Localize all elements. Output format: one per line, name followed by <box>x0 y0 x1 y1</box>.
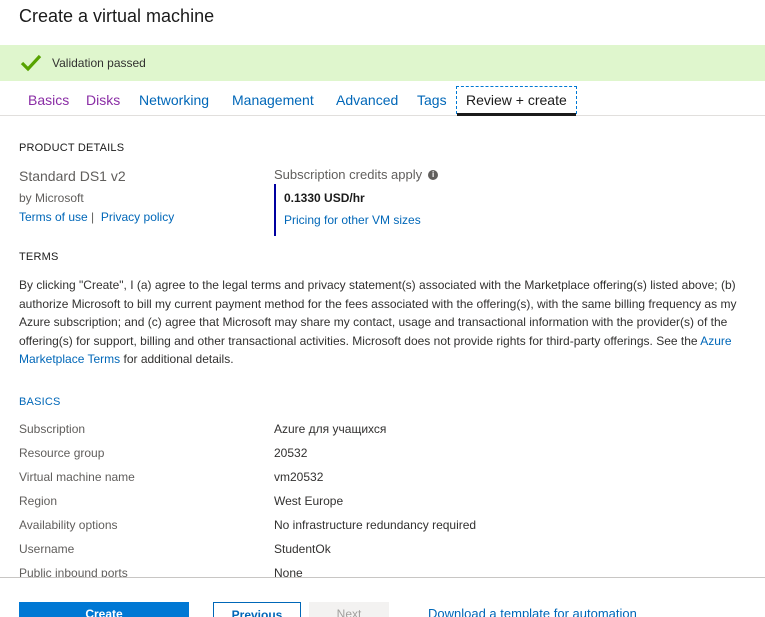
validation-message: Validation passed <box>52 56 146 70</box>
credits-label: Subscription credits apply i <box>274 167 439 182</box>
row-value: No infrastructure redundancy required <box>274 518 477 532</box>
footer-bar: Create Previous Next Download a template… <box>0 577 765 617</box>
previous-button[interactable]: Previous <box>213 602 301 617</box>
tab-review-create[interactable]: Review + create <box>456 86 577 116</box>
basics-heading: BASICS <box>19 396 61 408</box>
row-label: Virtual machine name <box>19 470 135 484</box>
create-button[interactable]: Create <box>19 602 189 617</box>
product-publisher: by Microsoft <box>19 191 84 205</box>
terms-suffix: for additional details. <box>120 352 234 366</box>
terms-body: By clicking "Create", I (a) agree to the… <box>19 278 737 348</box>
link-separator: | <box>91 210 95 224</box>
tab-tags[interactable]: Tags <box>417 86 447 114</box>
row-value: West Europe <box>274 494 344 508</box>
summary-row: Region West Europe <box>19 494 719 512</box>
price-box: 0.1330 USD/hr Pricing for other VM sizes <box>274 184 421 236</box>
privacy-policy-link[interactable]: Privacy policy <box>101 210 174 224</box>
validation-banner: Validation passed <box>0 45 765 81</box>
checkmark-icon <box>20 54 42 72</box>
row-label: Region <box>19 494 58 508</box>
product-links: Terms of use | Privacy policy <box>19 210 174 224</box>
credits-text: Subscription credits apply <box>274 167 423 182</box>
summary-row: Resource group 20532 <box>19 446 719 464</box>
tab-disks[interactable]: Disks <box>86 86 120 114</box>
tab-bar: Basics Disks Networking Management Advan… <box>0 86 765 116</box>
summary-row: Subscription Azure для учащихся <box>19 422 719 440</box>
tab-networking[interactable]: Networking <box>139 86 209 114</box>
summary-row: Username StudentOk <box>19 542 719 560</box>
row-value: 20532 <box>274 446 308 460</box>
product-name: Standard DS1 v2 <box>19 168 126 184</box>
terms-heading: TERMS <box>19 251 59 263</box>
pricing-link[interactable]: Pricing for other VM sizes <box>284 213 421 227</box>
price-value: 0.1330 USD/hr <box>284 191 365 205</box>
terms-of-use-link[interactable]: Terms of use <box>19 210 88 224</box>
tab-management[interactable]: Management <box>232 86 314 114</box>
summary-row: Virtual machine name vm20532 <box>19 470 719 488</box>
tab-advanced[interactable]: Advanced <box>336 86 398 114</box>
product-details-heading: PRODUCT DETAILS <box>19 142 125 154</box>
next-button[interactable]: Next <box>309 602 389 617</box>
summary-row: Availability options No infrastructure r… <box>19 518 719 536</box>
info-icon[interactable]: i <box>428 169 439 180</box>
row-label: Resource group <box>19 446 105 460</box>
page-title: Create a virtual machine <box>19 6 215 26</box>
row-label: Subscription <box>19 422 86 436</box>
tab-basics[interactable]: Basics <box>28 86 69 114</box>
terms-text: By clicking "Create", I (a) agree to the… <box>19 276 754 369</box>
row-label: Username <box>19 542 75 556</box>
row-value: Azure для учащихся <box>274 422 387 436</box>
download-template-link[interactable]: Download a template for automation <box>428 606 637 617</box>
row-value: vm20532 <box>274 470 324 484</box>
row-value: StudentOk <box>274 542 331 556</box>
row-label: Availability options <box>19 518 118 532</box>
